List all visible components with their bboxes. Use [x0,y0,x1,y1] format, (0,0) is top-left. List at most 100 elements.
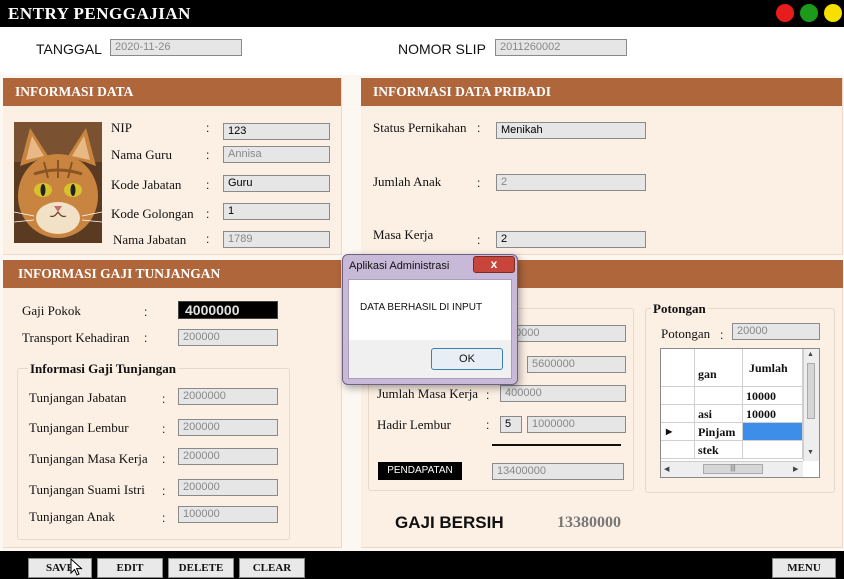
close-window-icon[interactable] [776,4,794,22]
transport-field[interactable]: 200000 [178,329,278,346]
tunjangan-jabatan-colon: : [162,392,166,406]
table-header-col2[interactable]: Jumlah [743,349,803,387]
informasi-pribadi-title: INFORMASI DATA PRIBADI [361,78,842,106]
table-cell-name[interactable]: asi [695,405,743,423]
nama-guru-colon: : [206,148,210,162]
hadir-lembur-count-input[interactable]: 5 [500,416,522,433]
scroll-thumb[interactable] [807,363,815,419]
tunjangan-suami-istri-label: Tunjangan Suami Istri [29,482,145,497]
total-tunjangan-field[interactable]: 0000 [510,325,626,342]
gaji-pokok-colon: : [144,305,148,319]
nama-guru-field[interactable]: Annisa [223,146,330,163]
gaji-pokok-field[interactable]: 4000000 [178,301,278,319]
nama-jabatan-field[interactable]: 1789 [223,231,330,248]
table-cell-name[interactable]: Pinjam [695,423,743,441]
scroll-up-icon[interactable]: ▲ [807,351,814,358]
tunjangan-suami-istri-colon: : [162,484,166,498]
tunjangan-lembur-colon: : [162,422,166,436]
jumlah-anak-colon: : [477,176,481,190]
total-divider [492,444,621,446]
kode-jabatan-colon: : [206,178,210,192]
tunjangan-jabatan-label: Tunjangan Jabatan [29,390,127,405]
tunjangan-lembur-label: Tunjangan Lembur [29,420,129,435]
tunjangan-masa-kerja-label: Tunjangan Masa Kerja [29,451,148,466]
jumlah-masa-kerja-label: Jumlah Masa Kerja [377,386,479,401]
hadir-lembur-label: Hadir Lembur [377,417,452,432]
nip-colon: : [206,121,210,135]
status-pernikahan-input[interactable]: Menikah [496,122,646,139]
jumlah-anak-field[interactable]: 2 [496,174,646,191]
table-cell-jumlah[interactable]: 10000 [743,387,803,405]
jumlah-anak-label: Jumlah Anak [373,174,442,189]
tunjangan-anak-label: Tunjangan Anak [29,509,115,524]
clear-button[interactable]: CLEAR [239,558,305,578]
scroll-h-thumb[interactable]: ||| [703,464,763,474]
total-gaji-field[interactable]: 5600000 [527,356,626,373]
dialog-close-button[interactable]: x [473,256,515,273]
nomor-slip-field[interactable]: 2011260002 [495,39,627,56]
kode-jabatan-label: Kode Jabatan [111,177,182,192]
kode-golongan-colon: : [206,207,210,221]
potongan-field[interactable]: 20000 [732,323,820,340]
informasi-data-title: INFORMASI DATA [3,78,341,106]
table-cell-name[interactable] [695,387,743,405]
potongan-label: Potongan [661,326,711,341]
table-cell-selected[interactable] [743,423,803,441]
tunjangan-lembur-field[interactable]: 200000 [178,419,278,436]
horizontal-scrollbar[interactable]: ◀ ||| ▶ [661,461,803,477]
table-row-header[interactable] [661,387,695,405]
transport-label: Transport Kehadiran [22,330,130,345]
tunjangan-anak-field[interactable]: 100000 [178,506,278,523]
table-cell-name[interactable]: stek [695,441,743,459]
tunjangan-jabatan-field[interactable]: 2000000 [178,388,278,405]
minimize-window-icon[interactable] [824,4,842,22]
masa-kerja-label: Masa Kerja [373,227,434,242]
potongan-table[interactable]: gan Jumlah 10000 asi 10000 ▶ Pinjam stek… [660,348,820,478]
current-row-arrow-icon[interactable]: ▶ [661,423,695,441]
dialog-ok-button[interactable]: OK [431,348,503,370]
scroll-down-icon[interactable]: ▼ [807,449,814,456]
table-row-header[interactable] [661,405,695,423]
tanggal-field[interactable]: 2020-11-26 [110,39,242,56]
table-cell-jumlah[interactable] [743,441,803,459]
kode-golongan-label: Kode Golongan [111,206,194,221]
kode-golongan-input[interactable]: 1 [223,203,330,220]
vertical-scrollbar[interactable]: ▲ ▼ [803,349,819,461]
tunjangan-anak-colon: : [162,511,166,525]
nomor-slip-label: NOMOR SLIP [398,41,486,57]
dialog-title: Aplikasi Administrasi [349,260,450,272]
gaji-pokok-label: Gaji Pokok [22,303,81,318]
jumlah-masa-kerja-colon: : [486,388,490,402]
transport-colon: : [144,331,148,345]
kode-jabatan-input[interactable]: Guru [223,175,330,192]
maximize-window-icon[interactable] [800,4,818,22]
status-colon: : [477,121,481,135]
tunjangan-subtitle: Informasi Gaji Tunjangan [28,361,178,377]
table-header-col1[interactable]: gan [695,349,743,387]
nama-jabatan-label: Nama Jabatan [113,232,187,247]
dialog-body: DATA BERHASIL DI INPUT OK [348,279,512,379]
pendapatan-field[interactable]: 13400000 [492,463,624,480]
masa-kerja-colon: : [477,233,481,247]
app-title: ENTRY PENGGAJIAN [8,4,191,23]
potongan-colon: : [720,328,724,342]
table-row-header[interactable] [661,441,695,459]
table-corner [661,349,695,387]
tunjangan-masa-kerja-field[interactable]: 200000 [178,448,278,465]
scroll-right-icon[interactable]: ▶ [793,465,798,473]
nama-guru-label: Nama Guru [111,147,173,162]
masa-kerja-input[interactable]: 2 [496,231,646,248]
hadir-lembur-value-field[interactable]: 1000000 [527,416,626,433]
nip-input[interactable]: 123 [223,123,330,140]
scroll-left-icon[interactable]: ◀ [664,465,669,473]
table-cell-jumlah[interactable]: 10000 [743,405,803,423]
delete-button[interactable]: DELETE [168,558,234,578]
nip-label: NIP [111,120,132,135]
mouse-cursor-icon [70,557,84,576]
menu-button[interactable]: MENU [772,558,836,578]
jumlah-masa-kerja-field[interactable]: 400000 [500,385,626,402]
tunjangan-suami-istri-field[interactable]: 200000 [178,479,278,496]
nama-jabatan-colon: : [206,232,210,246]
edit-button[interactable]: EDIT [97,558,163,578]
message-dialog: Aplikasi Administrasi x DATA BERHASIL DI… [342,254,518,385]
